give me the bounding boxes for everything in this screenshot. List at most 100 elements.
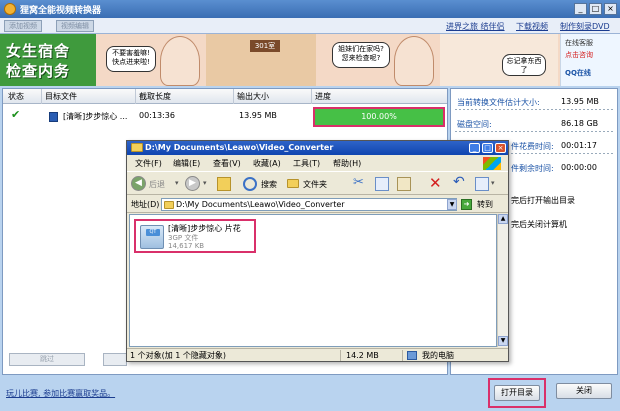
ad-character-1 xyxy=(160,36,200,86)
menu-help[interactable]: 帮助(H) xyxy=(333,158,361,169)
menu-favorites[interactable]: 收藏(A) xyxy=(253,158,281,169)
ad-title-line2: 检查内务 xyxy=(6,62,71,80)
explorer-window: D:\My Documents\Leawo\Video_Converter _ … xyxy=(126,140,509,362)
explorer-toolbar: ◀ 后退 ▾ ▶ ▾ 搜索 文件夹 ✂ ✕ ↶ ▾ xyxy=(127,171,508,195)
ad-bubble-1: 不要害羞嘛!快点进来啦! xyxy=(106,46,156,72)
undo-icon[interactable]: ↶ xyxy=(453,174,465,190)
list-item[interactable]: QT [清晰]步步惊心 片花 3GP 文件 14,617 KB xyxy=(134,219,256,253)
toolbar-link-download[interactable]: 下载视频 xyxy=(516,21,548,32)
address-folder-icon xyxy=(164,201,174,209)
contest-link[interactable]: 玩儿比赛, 参加比赛赢取奖品。 xyxy=(6,388,115,399)
toolbar-link-dvd[interactable]: 制作刻录DVD xyxy=(560,21,610,32)
go-button-label[interactable]: 转到 xyxy=(477,199,493,210)
header-progress[interactable]: 进度 xyxy=(315,91,331,102)
status-total-size: 14.2 MB xyxy=(343,350,403,361)
ad-qq-label[interactable]: QQ在线 xyxy=(565,68,591,78)
column-divider xyxy=(135,89,136,104)
forward-dropdown-icon[interactable]: ▾ xyxy=(203,179,207,187)
my-computer-icon xyxy=(407,351,417,360)
open-directory-button[interactable]: 打开目录 xyxy=(494,385,540,401)
search-button-label[interactable]: 搜索 xyxy=(261,179,277,190)
close-button[interactable]: 关闭 xyxy=(556,383,612,399)
ad-room-sign: 301室 xyxy=(250,40,280,52)
header-status[interactable]: 状态 xyxy=(8,91,24,102)
address-input[interactable]: D:\My Documents\Leawo\Video_Converter xyxy=(161,198,457,211)
menu-edit[interactable]: 编辑(E) xyxy=(173,158,200,169)
back-dropdown-icon[interactable]: ▾ xyxy=(175,179,179,187)
ad-scene-right: 忘记拿东西了 xyxy=(440,34,558,86)
video-file-icon: QT xyxy=(140,225,164,249)
ad-title-panel: 女生宿舍 检查内务 xyxy=(0,34,96,86)
done-check-icon: ✔ xyxy=(11,108,21,121)
ad-service-panel[interactable]: 在线客服 点击咨询 QQ在线 xyxy=(560,34,620,86)
file-size: 14,617 KB xyxy=(168,242,205,250)
delete-icon[interactable]: ✕ xyxy=(429,174,442,192)
app-icon xyxy=(4,3,16,15)
views-icon[interactable] xyxy=(475,177,489,191)
option-open-output-dir[interactable]: 完后打开输出目录 xyxy=(511,195,575,206)
back-button-label[interactable]: 后退 xyxy=(149,179,165,190)
toolbar: 添加视频 视频编辑 进界之旅 结伴侣 下载视频 制作刻录DVD xyxy=(0,18,620,34)
explorer-menu-bar: 文件(F) 编辑(E) 查看(V) 收藏(A) 工具(T) 帮助(H) xyxy=(127,156,508,170)
ad-bubble-3: 忘记拿东西了 xyxy=(502,54,546,76)
search-icon[interactable] xyxy=(243,177,257,191)
file-list-scrollbar[interactable]: ▲ ▼ xyxy=(497,214,508,347)
status-object-count: 1 个对象(加 1 个隐藏对象) xyxy=(127,350,341,361)
explorer-minimize-button[interactable]: _ xyxy=(469,143,480,153)
explorer-title: D:\My Documents\Leawo\Video_Converter xyxy=(145,143,334,152)
views-dropdown-icon[interactable]: ▾ xyxy=(491,179,495,187)
add-video-button[interactable]: 添加视频 xyxy=(4,20,42,32)
explorer-status-bar: 1 个对象(加 1 个隐藏对象) 14.2 MB 我的电脑 xyxy=(127,348,508,361)
info-elapsed-label: 件花费时间: xyxy=(511,142,554,151)
ad-service-label: 在线客服 xyxy=(565,39,593,47)
header-output-size[interactable]: 输出大小 xyxy=(237,91,269,102)
paste-icon[interactable] xyxy=(397,177,411,191)
stop-button[interactable] xyxy=(103,353,127,366)
info-remaining-label: 件剩余时间: xyxy=(511,164,554,173)
scroll-down-icon[interactable]: ▼ xyxy=(498,336,508,346)
edit-video-button[interactable]: 视频编辑 xyxy=(56,20,94,32)
column-divider xyxy=(41,89,42,104)
skip-button[interactable]: 跳过 xyxy=(9,353,85,366)
close-window-button[interactable]: × xyxy=(604,3,617,15)
address-dropdown-icon[interactable]: ▼ xyxy=(447,199,457,210)
minimize-button[interactable]: _ xyxy=(574,3,587,15)
folders-button-label[interactable]: 文件夹 xyxy=(303,179,327,190)
option-shutdown-after[interactable]: 完后关闭计算机 xyxy=(511,219,567,230)
header-target-file[interactable]: 目标文件 xyxy=(45,91,77,102)
explorer-maximize-button[interactable]: □ xyxy=(482,143,493,153)
info-elapsed-value: 00:01:17 xyxy=(561,141,597,150)
back-arrow-icon[interactable]: ◀ xyxy=(131,176,146,191)
header-duration[interactable]: 截取长度 xyxy=(139,91,171,102)
menu-view[interactable]: 查看(V) xyxy=(213,158,241,169)
column-divider xyxy=(233,89,234,104)
ad-bubble-2: 姐妹们在家吗?您来检查呢? xyxy=(332,42,390,68)
menu-tools[interactable]: 工具(T) xyxy=(293,158,320,169)
cut-icon[interactable]: ✂ xyxy=(353,175,364,190)
video-file-icon xyxy=(49,112,58,122)
table-row[interactable]: ✔ [清晰]步步惊心 ... 00:13:36 13.95 MB 100.00% xyxy=(3,105,447,129)
maximize-button[interactable]: □ xyxy=(589,3,602,15)
dotted-divider xyxy=(455,131,613,132)
windows-logo-icon xyxy=(483,157,501,170)
up-folder-icon[interactable] xyxy=(217,177,231,191)
info-est-size-label: 当前转换文件估计大小: xyxy=(457,98,540,107)
copy-icon[interactable] xyxy=(375,177,389,191)
explorer-title-bar[interactable]: D:\My Documents\Leawo\Video_Converter _ … xyxy=(127,141,508,155)
qt-badge: QT xyxy=(146,229,160,236)
scroll-up-icon[interactable]: ▲ xyxy=(498,214,508,224)
ad-service-link[interactable]: 点击咨询 xyxy=(565,50,593,60)
row-file-name: [清晰]步步惊心 ... xyxy=(63,112,128,121)
folders-icon[interactable] xyxy=(287,179,299,188)
ad-illustration: 301室 xyxy=(206,34,316,86)
go-arrow-icon[interactable]: ➜ xyxy=(461,199,472,210)
window-title: 狸窝全能视频转换器 xyxy=(20,6,102,16)
forward-arrow-icon[interactable]: ▶ xyxy=(185,176,200,191)
ad-character-2 xyxy=(394,36,434,86)
explorer-close-button[interactable]: × xyxy=(495,143,506,153)
info-est-size-value: 13.95 MB xyxy=(561,97,599,106)
column-divider xyxy=(311,89,312,104)
toolbar-link-partner[interactable]: 进界之旅 结伴侣 xyxy=(446,21,505,32)
menu-file[interactable]: 文件(F) xyxy=(135,158,162,169)
ad-banner[interactable]: 女生宿舍 检查内务 不要害羞嘛!快点进来啦! 301室 姐妹们在家吗?您来检查呢… xyxy=(0,34,620,86)
